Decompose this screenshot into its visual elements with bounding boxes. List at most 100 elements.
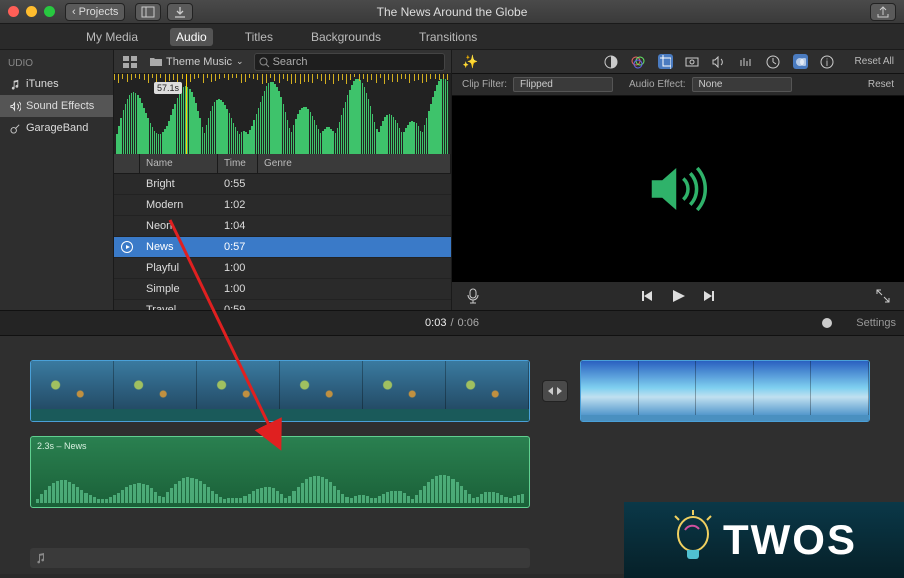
play-button[interactable] [670,288,686,304]
list-view-toggle[interactable] [120,53,140,71]
watermark-overlay: TWOS [624,502,904,578]
share-button[interactable] [870,3,896,21]
tab-transitions[interactable]: Transitions [413,28,483,46]
clip-genre [258,180,451,188]
table-row[interactable]: Neon1:04 [114,216,451,237]
table-header-row: Name Time Genre [114,154,451,174]
sidebar-item-label: GarageBand [26,122,88,134]
table-row[interactable]: Modern1:02 [114,195,451,216]
audio-waveform-preview[interactable]: 57.1s [114,74,451,154]
audio-clip-table: Name Time Genre Bright0:55Modern1:02Neon… [114,154,451,310]
play-icon[interactable] [121,241,133,253]
background-music-well[interactable] [30,548,530,568]
sound-wave-icon [10,101,21,112]
audio-clip-label: 2.3s – News [37,441,523,451]
clip-genre [258,222,451,230]
clip-genre [258,243,451,251]
import-button[interactable] [167,3,193,21]
clip-name: Neon [140,216,218,236]
clip-filter-dropdown[interactable]: Flipped [513,77,613,92]
column-header-name[interactable]: Name [140,154,218,173]
clip-name: Travel [140,300,218,310]
guitar-icon [10,123,21,134]
speaker-icon [643,159,713,219]
video-clip-1[interactable] [30,360,530,422]
next-button[interactable] [702,289,716,303]
table-row[interactable]: Bright0:55 [114,174,451,195]
table-row[interactable]: Travel0:59 [114,300,451,310]
previous-button[interactable] [640,289,654,303]
time-scrubber[interactable]: 0:03 / 0:06 Settings [0,310,904,336]
current-time: 0:03 [425,317,446,329]
audio-clip-news[interactable]: 2.3s – News [30,436,530,508]
add-transition-button[interactable] [542,380,568,402]
preview-display[interactable] [452,96,904,282]
audio-effect-dropdown[interactable]: None [692,77,792,92]
reset-all-button[interactable]: Reset All [855,56,894,67]
thumbnail-icon [123,56,137,68]
noise-reduction-icon[interactable] [739,54,754,69]
sidebar-section-heading: UDIO [0,54,113,73]
tab-my-media[interactable]: My Media [80,28,144,46]
sidebar-item-itunes[interactable]: iTunes [0,73,113,95]
clip-filter-effects-icon[interactable] [793,54,808,69]
video-clip-2[interactable] [580,360,870,422]
transition-icon [548,386,562,396]
clip-time: 1:00 [218,258,258,278]
zoom-slider-handle[interactable] [822,318,832,328]
info-icon[interactable]: i [820,54,835,69]
clip-time: 1:00 [218,279,258,299]
preview-time-tag: 57.1s [154,82,182,94]
table-row[interactable]: News0:57 [114,237,451,258]
share-icon [877,6,889,18]
search-icon [259,57,270,68]
lightbulb-icon [671,510,715,570]
crop-icon[interactable] [658,54,673,69]
magic-wand-icon[interactable]: ✨ [462,54,478,70]
speed-icon[interactable] [766,54,781,69]
clip-name: Bright [140,174,218,194]
music-note-icon [36,553,47,564]
playback-controls [452,282,904,310]
back-to-projects-button[interactable]: ‹ Projects [65,3,125,21]
volume-icon[interactable] [712,54,727,69]
browser-folder-dropdown[interactable]: Theme Music ⌄ [150,56,244,68]
audio-sources-sidebar: UDIO iTunes Sound Effects GarageBand [0,50,114,310]
clip-genre [258,285,451,293]
chevron-up-down-icon: ⌄ [236,56,244,67]
close-window-icon[interactable] [8,6,19,17]
column-header-genre[interactable]: Genre [258,154,451,173]
video-track [30,360,874,422]
clip-genre [258,201,451,209]
sidebar-item-garageband[interactable]: GarageBand [0,117,113,139]
clip-name: Playful [140,258,218,278]
projects-label: Projects [79,6,119,18]
sidebar-item-label: iTunes [26,78,59,90]
tab-backgrounds[interactable]: Backgrounds [305,28,387,46]
column-header-time[interactable]: Time [218,154,258,173]
stabilization-icon[interactable] [685,54,700,69]
clip-time: 0:59 [218,300,258,310]
clip-name: News [140,237,218,257]
window-titlebar: ‹ Projects The News Around the Globe [0,0,904,24]
library-toggle-button[interactable] [135,3,161,21]
fullscreen-icon[interactable] [876,289,890,303]
clip-time: 1:04 [218,216,258,236]
color-balance-icon[interactable] [604,54,619,69]
playhead-cursor[interactable] [186,74,187,154]
tab-audio[interactable]: Audio [170,28,213,46]
settings-button[interactable]: Settings [856,317,896,329]
table-row[interactable]: Simple1:00 [114,279,451,300]
search-input[interactable]: Search [254,53,445,71]
microphone-icon[interactable] [466,288,480,304]
svg-text:i: i [826,58,828,69]
audio-effect-label: Audio Effect: [629,79,686,90]
color-correction-icon[interactable] [631,54,646,69]
table-row[interactable]: Playful1:00 [114,258,451,279]
zoom-window-icon[interactable] [44,6,55,17]
tab-titles[interactable]: Titles [239,28,279,46]
audio-browser: Theme Music ⌄ Search 57.1s Name Time Gen… [114,50,452,310]
sidebar-item-sound-effects[interactable]: Sound Effects [0,95,113,117]
reset-button[interactable]: Reset [868,79,894,90]
minimize-window-icon[interactable] [26,6,37,17]
